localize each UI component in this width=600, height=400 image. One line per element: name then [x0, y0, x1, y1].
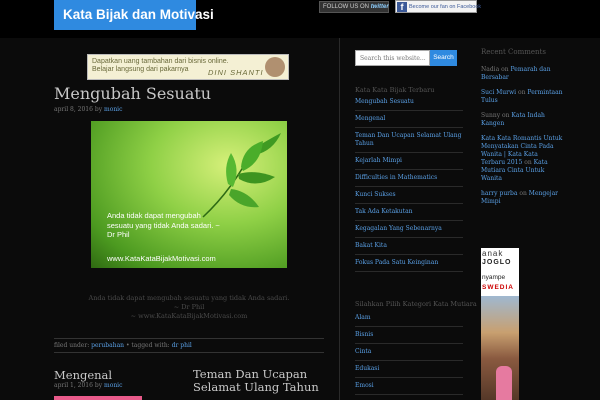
sidebar: Search Kata Kata Bijak Terbaru Mengubah … — [355, 38, 477, 400]
mini-post-meta: april 1, 2016 by monic — [54, 382, 122, 389]
comment-author-link[interactable]: Kata Kata Romantis Untuk Menyatakan Cint… — [481, 135, 562, 166]
ad-avatar — [265, 57, 285, 77]
mini-post-title[interactable]: Mengenal — [54, 368, 112, 382]
categories-title: Silahkan Pilih Kategori Kata Mutiara — [355, 300, 477, 308]
column-divider — [339, 38, 340, 400]
twitter-prefix: FOLLOW US ON — [323, 4, 370, 10]
comment-item: Suci Murwi on Permintaan Tulus — [481, 89, 563, 105]
recent-posts-list: Mengubah Sesuatu Mengenal Teman Dan Ucap… — [355, 94, 463, 272]
promo-photo — [481, 296, 519, 400]
promo-person — [496, 366, 512, 400]
recent-comments-title: Recent Comments — [481, 48, 546, 56]
category-item[interactable]: Alam — [355, 310, 463, 327]
comment-item: Sunny on Kata Indah Kangen — [481, 112, 563, 128]
caption-line-3: ~ www.KataKataBijakMotivasi.com — [130, 312, 248, 320]
recent-post-link[interactable]: Tak Ada Ketakutan — [355, 204, 463, 221]
post-caption: Anda tidak dapat mengubah sesuatu yang t… — [54, 294, 324, 321]
recent-post-link[interactable]: Kegagalan Yang Sebenarnya — [355, 221, 463, 238]
category-item[interactable]: Bisnis — [355, 327, 463, 344]
mini-post-author-link[interactable]: monic — [104, 382, 122, 389]
recent-post-link[interactable]: Mengenal — [355, 111, 463, 128]
recent-comments-column: Recent Comments Nadia on Pemarah dan Ber… — [481, 38, 563, 400]
comment-on: on — [519, 190, 527, 197]
comment-author-link[interactable]: Suci Murwi — [481, 89, 516, 96]
image-quote: Anda tidak dapat mengubah sesuatu yang t… — [107, 211, 220, 239]
promo-line-1: anak — [482, 249, 504, 258]
comment-author: Sunny — [481, 112, 501, 119]
recent-post-link[interactable]: Bakat Kita — [355, 238, 463, 255]
leaf-icon — [202, 133, 281, 218]
post-title[interactable]: Mengubah Sesuatu — [54, 84, 211, 103]
facebook-fan-button[interactable]: f Become our fan on Facebook — [395, 0, 481, 13]
comment-on: on — [502, 112, 510, 119]
promo-line-3: nyampe — [482, 274, 506, 281]
categories-list: Alam Bisnis Cinta Edukasi Emosi — [355, 310, 463, 395]
category-item[interactable]: Emosi — [355, 378, 463, 395]
category-item[interactable]: Cinta — [355, 344, 463, 361]
filed-label: filed under: — [54, 342, 90, 349]
comment-item: harry purba on Mengejar Mimpi — [481, 190, 563, 206]
comment-item: Nadia on Pemarah dan Bersabar — [481, 66, 563, 82]
site-title[interactable]: Kata Bijak dan Motivasi — [54, 0, 214, 30]
ad-name: DINI SHANTI — [208, 68, 264, 77]
mini-post-by: by — [94, 382, 103, 389]
post-author-link[interactable]: monic — [104, 106, 122, 113]
recent-post-link[interactable]: Teman Dan Ucapan Selamat Ulang Tahun — [355, 128, 463, 153]
post-meta: april 8, 2016 by monic — [54, 106, 122, 113]
main-content: Dapatkan uang tambahan dari bisnis onlin… — [54, 38, 324, 400]
comment-item: Kata Kata Romantis Untuk Menyatakan Cint… — [481, 135, 563, 183]
mini-post-date: april 1, 2016 — [54, 382, 93, 389]
tagged-label: • tagged with: — [125, 342, 170, 349]
twitter-brand: twitter — [370, 4, 389, 10]
image-url: www.KataKataBijakMotivasi.com — [107, 254, 216, 263]
comment-author-link[interactable]: harry purba — [481, 190, 517, 197]
tag-link[interactable]: dr phil — [172, 342, 192, 349]
ad-banner[interactable]: Dapatkan uang tambahan dari bisnis onlin… — [87, 54, 289, 80]
recent-post-link[interactable]: Mengubah Sesuatu — [355, 94, 463, 111]
promo-line-4: SWEDIA — [482, 284, 514, 291]
facebook-icon: f — [397, 2, 407, 12]
twitter-follow-button[interactable]: FOLLOW US ON twitter — [319, 1, 389, 13]
site-header: Kata Bijak dan Motivasi FOLLOW US ON twi… — [0, 0, 600, 38]
recent-post-link[interactable]: Kejarlah Mimpi — [355, 153, 463, 170]
comment-on: on — [524, 159, 532, 166]
post-footer: filed under: perubahan • tagged with: dr… — [54, 338, 324, 353]
post-image: Anda tidak dapat mengubah sesuatu yang t… — [91, 121, 287, 268]
recent-comments-list: Nadia on Pemarah dan Bersabar Suci Murwi… — [481, 66, 563, 213]
recent-posts-title: Kata Kata Bijak Terbaru — [355, 86, 435, 94]
mini-post-title-2[interactable]: Teman Dan Ucapan Selamat Ulang Tahun — [193, 368, 323, 394]
recent-post-link[interactable]: Fokus Pada Satu Keinginan — [355, 255, 463, 272]
search-input[interactable] — [355, 50, 430, 66]
caption-line-1: Anda tidak dapat mengubah sesuatu yang t… — [88, 294, 290, 302]
comment-on: on — [518, 89, 526, 96]
promo-line-2: JOGLO — [482, 259, 512, 266]
search-button[interactable]: Search — [430, 50, 457, 66]
promo-banner[interactable]: anak JOGLO nyampe SWEDIA — [481, 248, 519, 400]
recent-post-link[interactable]: Difficulties in Mathematics — [355, 170, 463, 187]
facebook-label: Become our fan on Facebook — [409, 4, 482, 10]
caption-line-2: ~ Dr Phil — [173, 303, 205, 311]
post-by: by — [94, 106, 103, 113]
category-link[interactable]: perubahan — [91, 342, 124, 349]
category-item[interactable]: Edukasi — [355, 361, 463, 378]
comment-on: on — [501, 66, 509, 73]
recent-post-link[interactable]: Kunci Sukses — [355, 187, 463, 204]
post-date: april 8, 2016 — [54, 106, 93, 113]
mini-post-thumbnail[interactable] — [54, 396, 142, 400]
comment-author: Nadia — [481, 66, 500, 73]
